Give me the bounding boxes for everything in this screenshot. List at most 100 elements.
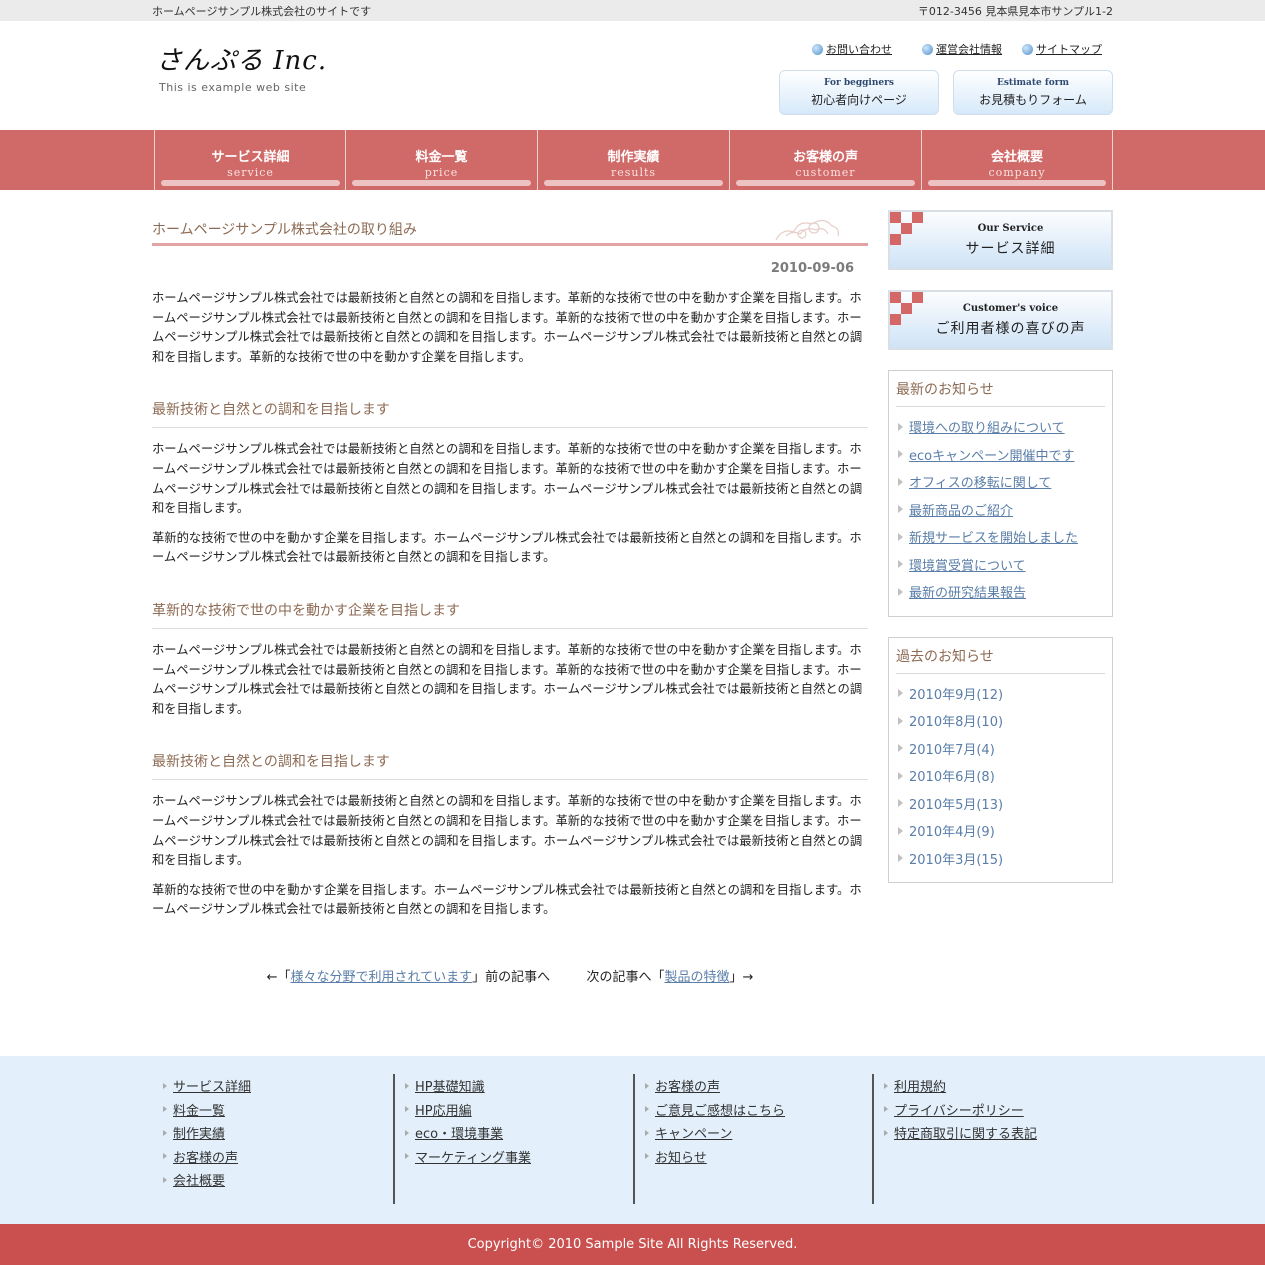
footer-link[interactable]: HP応用編 xyxy=(415,1100,472,1119)
arrow-icon xyxy=(884,1129,888,1136)
archive-link[interactable]: 2010年4月(9) xyxy=(909,821,995,840)
logo[interactable]: さんぷる Inc. This is example web site xyxy=(156,46,327,94)
service-banner-label: サービス詳細 xyxy=(965,241,1056,257)
footer-item: HP基礎知識 xyxy=(405,1074,531,1098)
news-link[interactable]: 最新の研究結果報告 xyxy=(909,582,1026,601)
service-banner-en: Our Service xyxy=(977,223,1044,234)
prev-article-link[interactable]: 様々な分野で利用されています xyxy=(291,970,473,985)
footer-link[interactable]: マーケティング事業 xyxy=(415,1147,531,1166)
archive-link[interactable]: 2010年3月(15) xyxy=(909,849,1003,868)
voice-banner-en: Customer's voice xyxy=(962,303,1059,314)
latest-news-box: 最新のお知らせ 環境への取り組みについて ecoキャンペーン開催中です オフィス… xyxy=(888,370,1113,617)
footer-link[interactable]: プライバシーポリシー xyxy=(894,1100,1024,1119)
nav-item-underline xyxy=(161,180,340,186)
archive-box: 過去のお知らせ 2010年9月(12) 2010年8月(10) 2010年7月(… xyxy=(888,636,1113,883)
footer-item: HP応用編 xyxy=(405,1098,531,1122)
footer-link[interactable]: サービス詳細 xyxy=(173,1076,251,1095)
section-heading: 革新的な技術で世の中を動かす企業を目指します xyxy=(152,600,868,629)
arrow-icon xyxy=(163,1153,167,1160)
footer: サービス詳細 料金一覧 制作実績 お客様の声 会社概要 HP基礎知識 HP応用編… xyxy=(0,1056,1265,1224)
main-nav: サービス詳細 service 料金一覧 price 制作実績 results お… xyxy=(0,130,1265,190)
section-paragraph: 革新的な技術で世の中を動かす企業を目指します。ホームページサンプル株式会社では最… xyxy=(152,882,862,917)
news-link[interactable]: ecoキャンペーン開催中です xyxy=(909,445,1074,464)
arrow-icon xyxy=(645,1082,649,1089)
footer-link[interactable]: 料金一覧 xyxy=(173,1100,225,1119)
arrow-icon xyxy=(898,477,903,486)
beginners-button[interactable]: For begginers 初心者向けページ xyxy=(779,70,939,115)
arrow-icon xyxy=(163,1082,167,1089)
arrow-icon xyxy=(898,689,903,698)
footer-item: プライバシーポリシー xyxy=(884,1098,1037,1122)
news-item: 最新の研究結果報告 xyxy=(896,578,1105,606)
nav-item-service[interactable]: サービス詳細 service xyxy=(154,130,346,190)
article-intro: ホームページサンプル株式会社では最新技術と自然との調和を目指します。革新的な技術… xyxy=(152,291,863,364)
estimate-button[interactable]: Estimate form お見積もりフォーム xyxy=(953,70,1113,115)
service-banner[interactable]: Our Service サービス詳細 xyxy=(888,210,1113,270)
copyright-bar: Copyright© 2010 Sample Site All Rights R… xyxy=(0,1224,1265,1265)
footer-item: 会社概要 xyxy=(163,1168,251,1192)
news-item: 環境への取り組みについて xyxy=(896,413,1105,441)
news-item: オフィスの移転に関して xyxy=(896,468,1105,496)
archive-item: 2010年4月(9) xyxy=(896,817,1105,845)
news-link[interactable]: 新規サービスを開始しました xyxy=(909,527,1078,546)
nav-item-label: 料金一覧 xyxy=(415,150,468,165)
footer-link[interactable]: HP基礎知識 xyxy=(415,1076,485,1095)
nav-item-company[interactable]: 会社概要 company xyxy=(921,130,1113,190)
footer-link[interactable]: ご意見ご感想はこちら xyxy=(655,1100,785,1119)
archive-link[interactable]: 2010年6月(8) xyxy=(909,766,995,785)
nav-item-results[interactable]: 制作実績 results xyxy=(537,130,729,190)
bullet-icon xyxy=(1022,43,1033,55)
arrow-icon xyxy=(405,1153,409,1160)
next-suffix: 」→ xyxy=(729,970,754,985)
nav-item-sublabel: company xyxy=(988,166,1046,179)
archive-link[interactable]: 2010年5月(13) xyxy=(909,794,1003,813)
logo-tagline: This is example web site xyxy=(159,81,307,94)
nav-item-label: サービス詳細 xyxy=(211,150,290,165)
footer-link[interactable]: お客様の声 xyxy=(173,1147,238,1166)
article-title-row: ホームページサンプル株式会社の取り組み xyxy=(152,210,868,246)
latest-news-title: 最新のお知らせ xyxy=(896,379,1105,407)
article-date: 2010-09-06 xyxy=(770,261,854,276)
nav-item-price[interactable]: 料金一覧 price xyxy=(345,130,537,190)
archive-title: 過去のお知らせ xyxy=(896,646,1105,674)
footer-link[interactable]: 会社概要 xyxy=(173,1170,225,1189)
footer-item: お客様の声 xyxy=(163,1145,251,1169)
next-article-link[interactable]: 製品の特徴 xyxy=(664,970,729,985)
arrow-icon xyxy=(163,1176,167,1183)
archive-item: 2010年6月(8) xyxy=(896,762,1105,790)
news-link[interactable]: オフィスの移転に関して xyxy=(909,472,1051,491)
company-info-link[interactable]: 運営会社情報 xyxy=(922,41,1002,57)
voice-banner[interactable]: Customer's voice ご利用者様の喜びの声 xyxy=(888,290,1113,350)
footer-item: ご意見ご感想はこちら xyxy=(645,1098,785,1122)
section-paragraph: 革新的な技術で世の中を動かす企業を目指します。ホームページサンプル株式会社では最… xyxy=(152,530,862,565)
arrow-icon xyxy=(898,854,903,863)
footer-item: 料金一覧 xyxy=(163,1098,251,1122)
nav-item-underline xyxy=(736,180,915,186)
nav-item-underline xyxy=(928,180,1106,186)
estimate-button-en: Estimate form xyxy=(996,78,1069,88)
footer-link[interactable]: eco・環境事業 xyxy=(415,1123,503,1142)
footer-link[interactable]: お客様の声 xyxy=(655,1076,720,1095)
footer-link[interactable]: お知らせ xyxy=(655,1147,707,1166)
footer-link[interactable]: キャンペーン xyxy=(655,1123,732,1142)
news-link[interactable]: 環境賞受賞について xyxy=(909,555,1026,574)
news-link[interactable]: 最新商品のご紹介 xyxy=(909,500,1013,519)
sitemap-link-label: サイトマップ xyxy=(1036,43,1102,56)
archive-item: 2010年8月(10) xyxy=(896,707,1105,735)
nav-item-customer[interactable]: お客様の声 customer xyxy=(729,130,921,190)
archive-link[interactable]: 2010年7月(4) xyxy=(909,739,995,758)
contact-link[interactable]: お問い合わせ xyxy=(812,41,892,57)
archive-link[interactable]: 2010年9月(12) xyxy=(909,684,1003,703)
arrow-icon xyxy=(163,1129,167,1136)
nav-item-sublabel: results xyxy=(610,166,657,179)
footer-link[interactable]: 特定商取引に関する表記 xyxy=(894,1123,1037,1142)
footer-link[interactable]: 利用規約 xyxy=(894,1076,946,1095)
footer-link[interactable]: 制作実績 xyxy=(173,1123,225,1142)
footer-column-4: 利用規約 プライバシーポリシー 特定商取引に関する表記 xyxy=(872,1074,1037,1204)
archive-link[interactable]: 2010年8月(10) xyxy=(909,711,1003,730)
main-content: ホームページサンプル株式会社の取り組み 2010-09-06 ホームページサンプ… xyxy=(152,210,868,920)
sitemap-link[interactable]: サイトマップ xyxy=(1022,41,1102,57)
news-link[interactable]: 環境への取り組みについて xyxy=(909,417,1065,436)
section-paragraph: ホームページサンプル株式会社では最新技術と自然との調和を目指します。革新的な技術… xyxy=(152,794,863,868)
footer-column-1: サービス詳細 料金一覧 制作実績 お客様の声 会社概要 xyxy=(163,1074,251,1204)
